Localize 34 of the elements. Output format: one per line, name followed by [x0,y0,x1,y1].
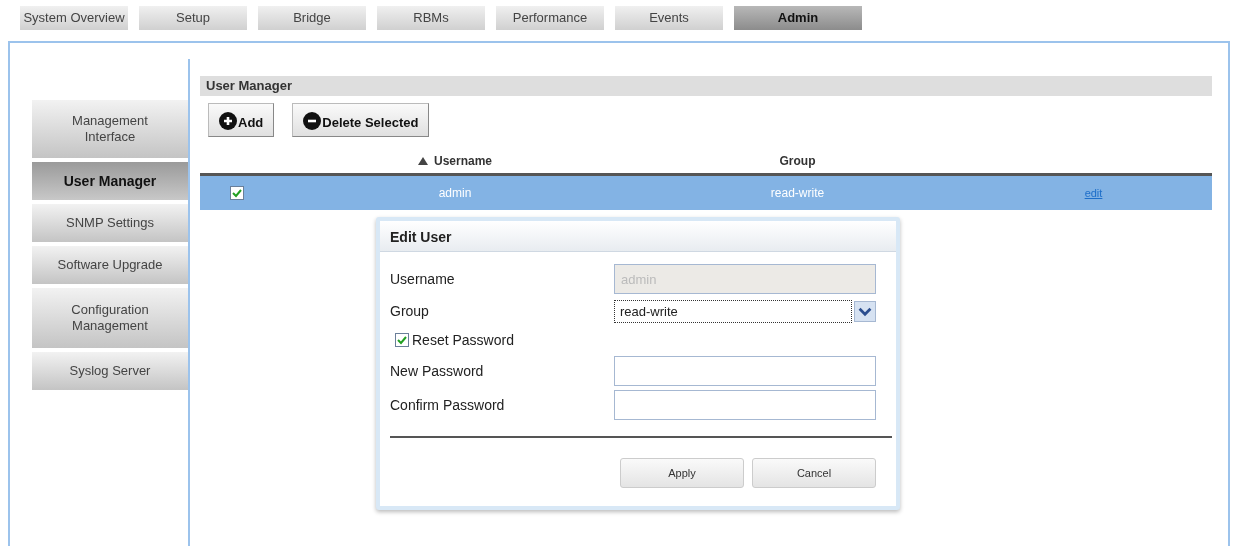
sidebar-item[interactable]: User Manager [32,162,188,200]
password-field[interactable] [614,390,876,420]
checkbox[interactable] [395,333,409,347]
apply-button[interactable]: Apply [620,458,744,488]
table-cell: read-write [770,186,825,200]
sidebar-item[interactable]: SNMP Settings [32,204,188,242]
tab[interactable]: Bridge [258,6,366,30]
tab[interactable]: Events [615,6,723,30]
password-field[interactable] [614,356,876,386]
sidebar-item[interactable]: Syslog Server [32,352,188,390]
field-label: Group [390,303,429,319]
plus-icon [219,112,237,130]
field-label: New Password [390,363,484,379]
column-header[interactable]: Username [418,154,492,168]
section-header: User Manager [200,76,1212,96]
cancel-button[interactable]: Cancel [752,458,876,488]
column-header[interactable]: Group [779,154,816,168]
add-button[interactable]: Add [208,103,275,137]
field-label: Username [390,271,455,287]
tab[interactable]: Setup [139,6,247,30]
dialog-title: Edit User [380,221,896,252]
tab[interactable]: Performance [496,6,604,30]
field-label: Confirm Password [390,397,505,413]
tab[interactable]: System Overview [20,6,128,30]
sidebar-item[interactable]: Management Interface [32,100,188,158]
field-label: Reset Password [412,332,514,348]
checkbox[interactable] [230,186,244,201]
table-cell: admin [438,186,472,200]
sidebar-item[interactable]: Software Upgrade [32,246,188,284]
sidebar-item[interactable]: Configuration Management [32,288,188,348]
minus-icon [303,112,322,130]
delete-button[interactable]: Delete Selected [292,103,430,137]
tab[interactable]: RBMs [377,6,485,30]
tab[interactable]: Admin [734,6,862,30]
